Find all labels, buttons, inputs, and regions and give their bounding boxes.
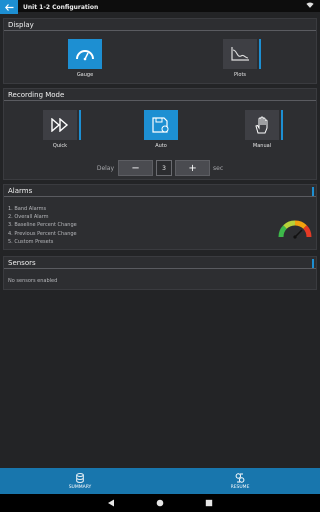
summary-label: SUMMARY (68, 484, 92, 490)
quick-label: Quick (52, 143, 68, 149)
gauge-tile[interactable] (68, 39, 102, 69)
plus-icon: + (188, 162, 197, 174)
display-option-plots[interactable]: Plots (223, 39, 261, 78)
alarms-title: Alarms (8, 187, 33, 195)
alarm-item: 5. Custom Presets (8, 238, 54, 245)
floppy-disk-icon (152, 117, 169, 133)
alarm-item: 1. Band Alarms (8, 206, 47, 212)
display-option-gauge[interactable]: Gauge (68, 39, 102, 78)
plots-tile[interactable] (223, 39, 261, 69)
sensors-empty-message: No sensors enabled (8, 278, 58, 284)
recording-option-manual[interactable]: Manual (245, 110, 283, 149)
plot-icon (231, 47, 249, 61)
plots-label: Plots (233, 72, 247, 78)
system-recents-icon[interactable] (205, 499, 213, 507)
fast-forward-icon (51, 118, 69, 132)
bottom-nav: SUMMARY RESUME (0, 468, 320, 494)
title-bar: Unit 1-2 Configuration (0, 0, 320, 14)
quick-tile[interactable] (43, 110, 81, 140)
alarms-header: Alarms (4, 185, 316, 197)
gauge-label: Gauge (76, 72, 94, 78)
system-nav-bar (0, 494, 320, 512)
auto-label: Auto (155, 143, 167, 149)
sensors-panel[interactable]: Sensors No sensors enabled (3, 256, 317, 290)
manual-tile-accent (281, 110, 283, 140)
system-home-icon[interactable] (156, 499, 164, 507)
page-title: Unit 1-2 Configuration (23, 3, 99, 11)
delay-label: Delay (96, 164, 115, 172)
minus-icon: − (131, 162, 140, 174)
alarms-header-accent (312, 187, 314, 196)
manual-label: Manual (252, 143, 272, 149)
quick-tile-accent (79, 110, 81, 140)
recording-panel: Recording Mode Quick Auto Manual Delay −… (3, 88, 317, 180)
alarms-panel[interactable]: Alarms 1. Band Alarms 2. Overall Alarm 3… (3, 184, 317, 250)
sensors-title: Sensors (8, 259, 36, 267)
auto-tile[interactable] (144, 110, 178, 140)
delay-value[interactable]: 3 (156, 160, 173, 176)
summary-icon (76, 472, 84, 483)
back-button[interactable] (0, 0, 18, 14)
alarm-list: 1. Band Alarms 2. Overall Alarm 3. Basel… (8, 205, 77, 246)
alarm-item: 3. Baseline Percent Change (8, 222, 77, 229)
delay-row: Delay − 3 + sec (4, 160, 316, 176)
gauge-icon (76, 50, 94, 61)
delay-unit: sec (213, 164, 224, 172)
plots-tile-accent (259, 39, 261, 69)
summary-button[interactable]: SUMMARY (0, 468, 160, 494)
alarm-gauge-icon (278, 220, 312, 239)
recording-option-quick[interactable]: Quick (43, 110, 81, 149)
hand-icon (255, 116, 268, 134)
recording-header: Recording Mode (4, 89, 316, 101)
display-panel: Display Gauge Plots (3, 18, 317, 84)
manual-tile[interactable] (245, 110, 283, 140)
sensors-header-accent (312, 259, 314, 268)
delay-decrement-button[interactable]: − (118, 160, 154, 176)
alarm-item: 4. Previous Percent Change (8, 230, 77, 237)
system-back-icon[interactable] (107, 499, 115, 507)
recording-option-auto[interactable]: Auto (144, 110, 178, 149)
delay-increment-button[interactable]: + (175, 160, 211, 176)
resume-label: RESUME (230, 484, 250, 490)
sensors-header: Sensors (4, 257, 316, 269)
resume-icon (235, 472, 245, 483)
resume-button[interactable]: RESUME (160, 468, 320, 494)
display-header: Display (4, 19, 316, 31)
alarm-item: 2. Overall Alarm (8, 214, 49, 221)
back-arrow-icon (4, 3, 13, 11)
